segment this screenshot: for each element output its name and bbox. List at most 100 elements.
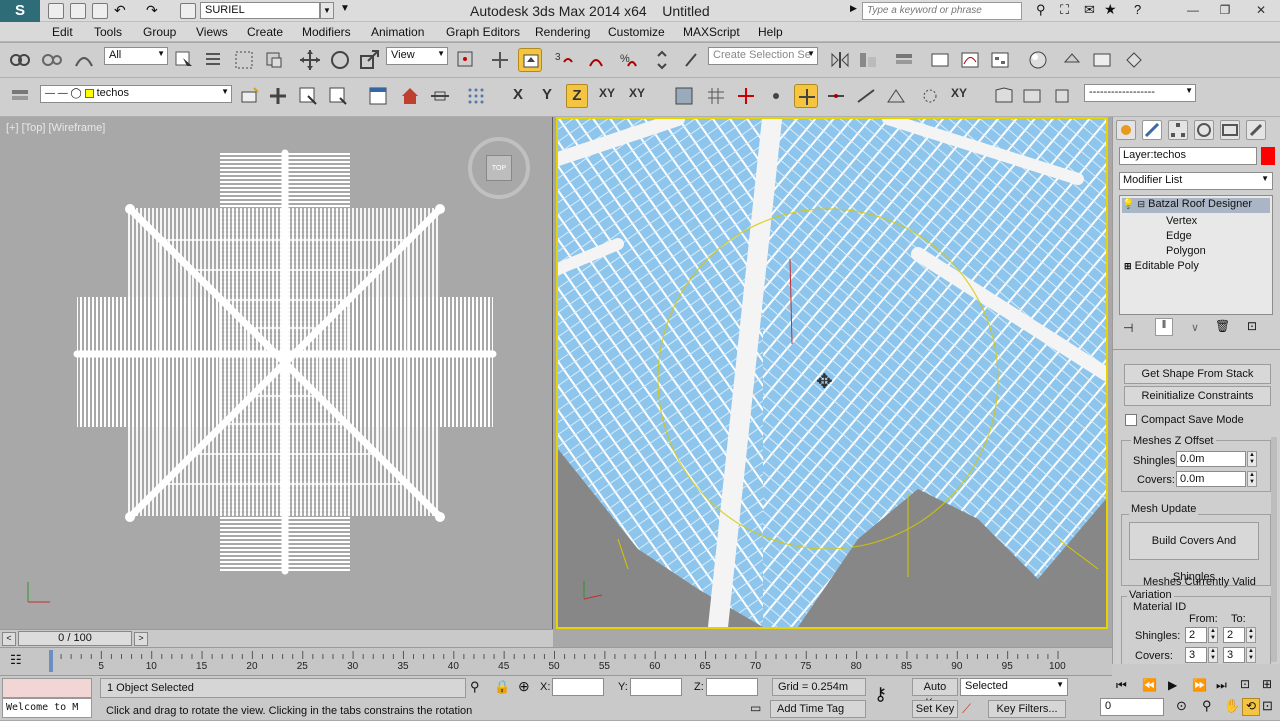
object-name-field[interactable]: Layer:techos (1119, 147, 1257, 165)
viewcube[interactable]: TOP (468, 137, 530, 199)
remove-modifier-icon[interactable]: 🗑 (1215, 319, 1230, 333)
auto-key-button[interactable]: Auto Key (912, 678, 958, 709)
menu-group[interactable]: Group (143, 25, 176, 39)
stack-subobject-vertex[interactable]: Vertex (1166, 215, 1197, 227)
select-and-move-icon[interactable] (298, 48, 322, 72)
show-end-result-icon[interactable]: ‖ (1155, 318, 1173, 336)
quick-access-dropdown-icon[interactable]: ▼ (340, 3, 350, 14)
snap-endpoint-icon[interactable] (794, 84, 818, 108)
material-editor-icon[interactable] (1026, 48, 1050, 72)
motion-tab-icon[interactable] (1194, 120, 1214, 140)
y-coord-input[interactable] (630, 678, 682, 696)
menu-views[interactable]: Views (196, 25, 228, 39)
axis-x-button[interactable]: X (507, 86, 529, 103)
new-file-icon[interactable] (48, 3, 64, 19)
redo-icon[interactable]: ↷ (146, 2, 158, 19)
time-slider-next-button[interactable]: > (134, 632, 148, 646)
search-input[interactable]: Type a keyword or phrase (862, 2, 1022, 20)
project-field[interactable]: SURIEL (200, 2, 320, 19)
stack-subobject-edge[interactable]: Edge (1166, 230, 1192, 242)
previous-frame-icon[interactable]: ⏪ (1142, 678, 1157, 692)
key-mode-toggle-icon[interactable]: ⊡ (1240, 677, 1250, 691)
zoom-extents-icon[interactable]: ⊞ (1262, 677, 1272, 691)
snap-pivot-icon[interactable] (734, 84, 758, 108)
modify-tab-icon[interactable] (1142, 120, 1162, 140)
select-layer-objects-icon[interactable] (296, 84, 320, 108)
snap-grid-icon[interactable] (704, 84, 728, 108)
edit-named-selection-icon[interactable] (680, 48, 704, 72)
menu-create[interactable]: Create (247, 25, 283, 39)
chevron-down-icon[interactable]: ▼ (320, 2, 334, 19)
binoculars-icon[interactable]: ⚲ (1036, 2, 1046, 18)
axis-z-button[interactable]: Z (566, 84, 588, 108)
menu-customize[interactable]: Customize (608, 25, 665, 39)
axis-xy-constraint-button[interactable]: XY (948, 86, 970, 100)
ribbon-toggle-icon[interactable] (366, 84, 390, 108)
schematic-view-icon[interactable] (988, 48, 1012, 72)
undo-icon[interactable]: ↶ (114, 2, 126, 19)
select-object-icon[interactable] (172, 48, 196, 72)
axis-xy-alt-button[interactable]: XY (626, 86, 648, 100)
communication-icon[interactable]: ✉ (1084, 2, 1095, 18)
covers-matid-from-input[interactable]: 3 (1185, 647, 1207, 663)
save-file-icon[interactable] (92, 3, 108, 19)
current-frame-input[interactable]: 0 (1100, 698, 1164, 716)
go-to-end-icon[interactable]: ⏭ (1216, 678, 1227, 693)
add-time-tag-button[interactable]: Add Time Tag (770, 700, 866, 718)
subscription-icon[interactable]: ⛶ (1060, 2, 1069, 18)
menu-animation[interactable]: Animation (371, 25, 424, 39)
viewport-top[interactable]: TOP (0, 117, 553, 629)
graphite-modeling-tools-icon[interactable] (928, 48, 952, 72)
snap-options-icon[interactable] (918, 84, 942, 108)
maximize-viewport-icon[interactable]: ⊡ (1262, 698, 1273, 714)
angle-snap-icon[interactable] (584, 48, 608, 72)
unlink-selection-icon[interactable] (40, 48, 64, 72)
hierarchy-tab-icon[interactable] (1168, 120, 1188, 140)
align-icon[interactable] (856, 48, 880, 72)
brazil-dropdown[interactable]: ------------------ ▼ (1084, 84, 1196, 102)
maxscript-mini-listener[interactable]: Welcome to M (2, 698, 92, 718)
time-tag-icon[interactable]: ▭ (750, 701, 761, 715)
favorites-star-icon[interactable]: ★ (1104, 1, 1117, 18)
container-open-icon[interactable] (1020, 84, 1044, 108)
stack-item-roof-designer[interactable]: 💡 ⊟ Batzal Roof Designer (1122, 198, 1270, 213)
covers-matid-from-spinner[interactable]: ▲ ▼ (1208, 647, 1218, 663)
close-button[interactable]: ✕ (1244, 2, 1278, 20)
key-filters-button[interactable]: Key Filters... (988, 700, 1066, 718)
select-and-scale-icon[interactable] (358, 48, 382, 72)
menu-help[interactable]: Help (758, 25, 783, 39)
snap-midpoint-icon[interactable] (824, 84, 848, 108)
shingles-offset-input[interactable]: 0.0m (1176, 451, 1246, 467)
stack-subobject-polygon[interactable]: Polygon (1166, 245, 1206, 257)
spinner-snap-icon[interactable] (648, 48, 672, 72)
configure-modifier-sets-icon[interactable]: ⊡ (1247, 319, 1257, 333)
covers-offset-spinner[interactable]: ▲ ▼ (1247, 471, 1257, 487)
modifier-list-dropdown[interactable]: Modifier List ▼ (1119, 172, 1273, 190)
stack-item-editable-poly[interactable]: ⊞ Editable Poly (1124, 260, 1199, 272)
time-slider[interactable]: < 0 / 100 > (0, 629, 553, 647)
minimize-button[interactable]: — (1176, 2, 1210, 20)
build-covers-and-shingles-button[interactable]: Build Covers And Shingles (1129, 522, 1259, 583)
key-mode-dropdown[interactable]: Selected ▼ (960, 678, 1068, 696)
axis-xy-button[interactable]: XY (596, 86, 618, 100)
layers-icon[interactable] (8, 84, 32, 108)
display-tab-icon[interactable] (1220, 120, 1240, 140)
viewport-perspective[interactable]: ✥ (556, 117, 1108, 629)
pivot-center-icon[interactable] (454, 48, 478, 72)
orbit-icon[interactable]: ⟲ (1242, 698, 1260, 716)
selection-filter-dropdown[interactable]: All ▼ (104, 47, 168, 65)
layer-dropdown[interactable]: — — ◯ techos ▼ (40, 85, 232, 103)
app-logo-icon[interactable]: S (0, 0, 40, 22)
select-by-name-icon[interactable] (202, 48, 226, 72)
render-setup-icon[interactable] (1060, 48, 1084, 72)
selection-lock-icon[interactable]: 🔒 (494, 679, 510, 695)
snap-vertex-icon[interactable] (672, 84, 696, 108)
key-tangent-icon[interactable]: ⟋ (962, 701, 971, 717)
menu-maxscript[interactable]: MAXScript (683, 25, 740, 39)
set-current-layer-icon[interactable] (326, 84, 350, 108)
z-coord-input[interactable] (706, 678, 758, 696)
layer-manager-icon[interactable] (892, 48, 916, 72)
render-production-icon[interactable] (1122, 48, 1146, 72)
play-icon[interactable]: ▶ (1168, 678, 1177, 692)
bind-to-space-warp-icon[interactable] (72, 48, 96, 72)
